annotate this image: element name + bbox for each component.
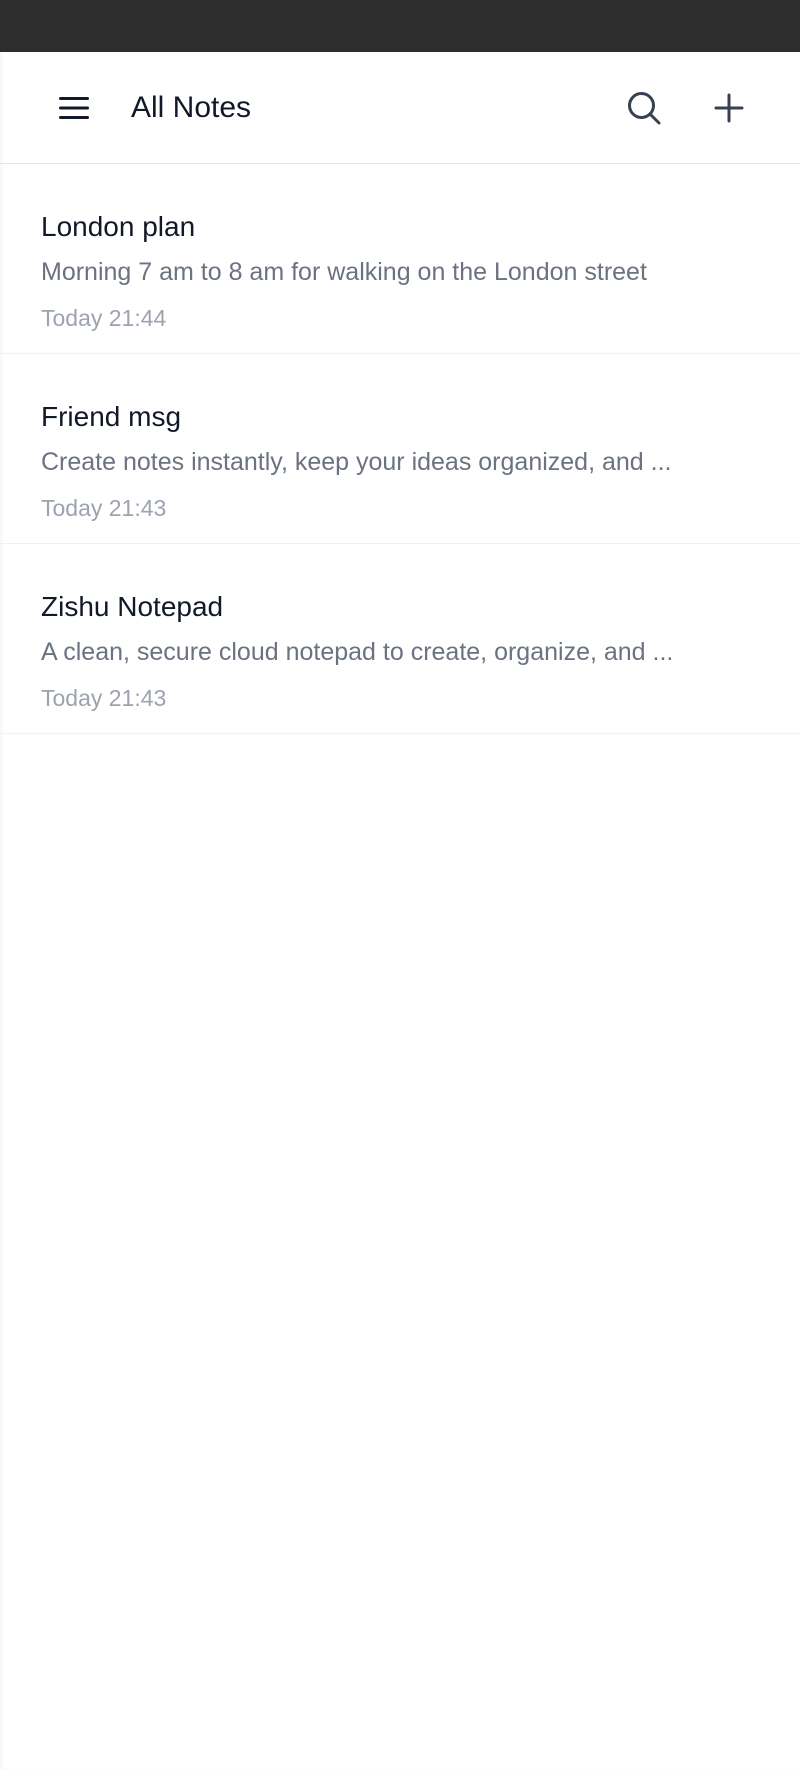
note-preview: Morning 7 am to 8 am for walking on the … (41, 258, 647, 286)
plus-icon (714, 93, 744, 123)
note-list-item[interactable]: Zishu Notepad A clean, secure cloud note… (0, 544, 800, 734)
note-preview: Create notes instantly, keep your ideas … (41, 448, 672, 476)
note-timestamp: Today 21:44 (41, 305, 167, 331)
search-button[interactable] (620, 84, 668, 132)
hamburger-menu-icon (59, 97, 89, 119)
note-title: London plan (41, 211, 196, 242)
page-title: All Notes (131, 91, 252, 124)
note-title: Zishu Notepad (41, 591, 224, 622)
note-preview: A clean, secure cloud notepad to create,… (41, 638, 674, 666)
note-list: London plan Morning 7 am to 8 am for wal… (0, 164, 800, 734)
note-timestamp: Today 21:43 (41, 495, 167, 521)
menu-button[interactable] (50, 84, 98, 132)
status-bar (0, 0, 800, 52)
notes-app: All Notes London plan Morning 7 am to 8 … (0, 52, 800, 1769)
note-list-item[interactable]: London plan Morning 7 am to 8 am for wal… (0, 164, 800, 354)
add-note-button[interactable] (705, 84, 753, 132)
note-list-item[interactable]: Friend msg Create notes instantly, keep … (0, 354, 800, 544)
app-header: All Notes (0, 52, 800, 164)
note-timestamp: Today 21:43 (41, 685, 167, 711)
search-icon (628, 92, 661, 125)
note-title: Friend msg (41, 401, 182, 432)
